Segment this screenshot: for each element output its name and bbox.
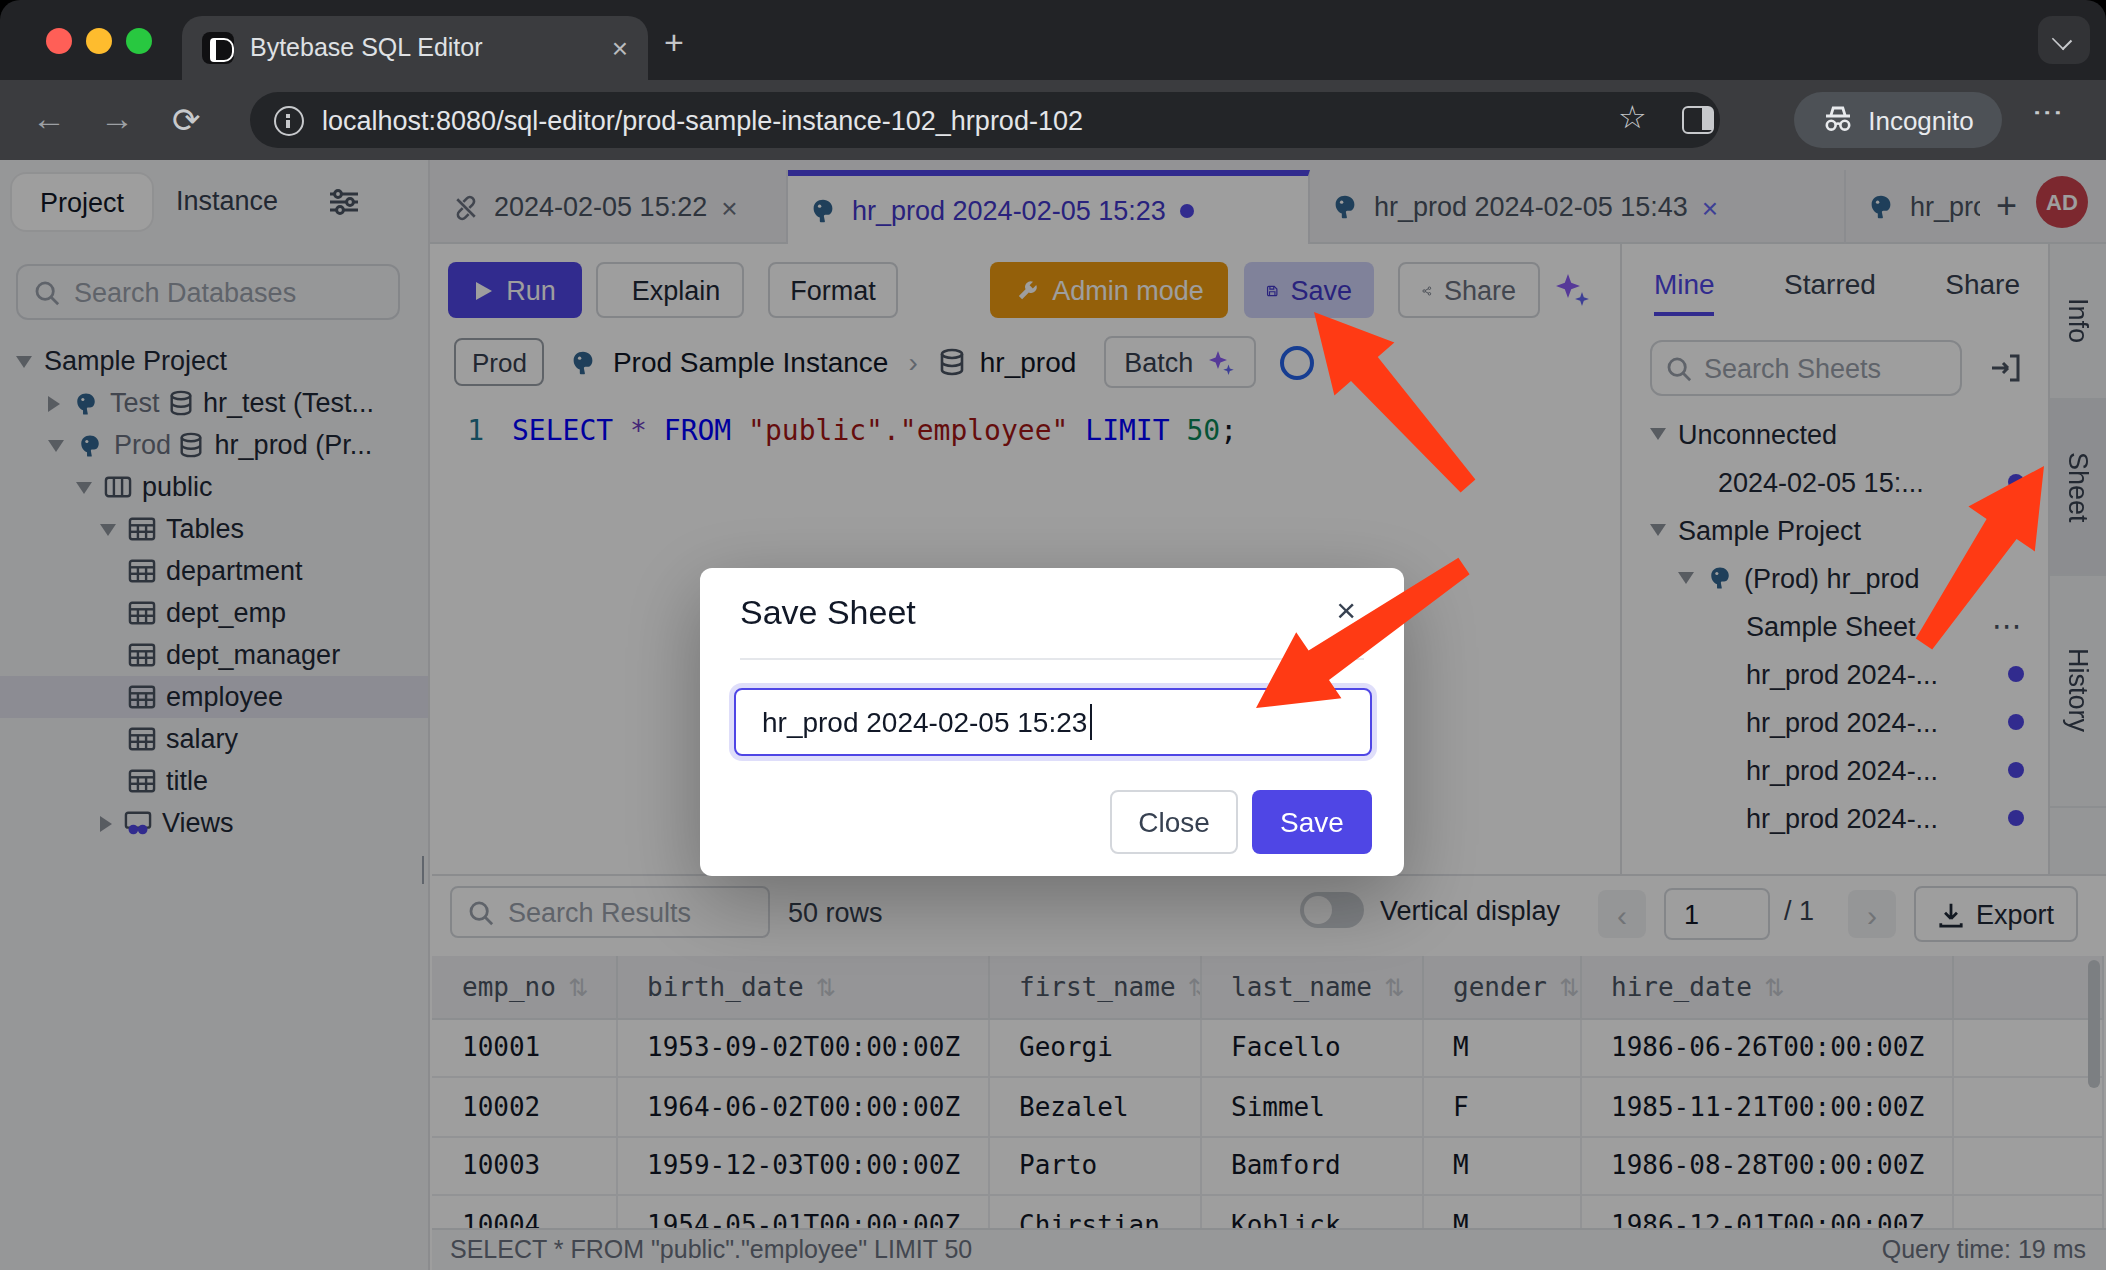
browser-tabstrip: Bytebase SQL Editor × + (0, 0, 2106, 80)
bytebase-app: Project Instance 2024-02-05 15:22 × hr_p… (0, 160, 2106, 1270)
tab-close-icon[interactable]: × (612, 32, 628, 64)
forward-button[interactable]: → (100, 80, 134, 160)
browser-chrome: Bytebase SQL Editor × + ← → ⟳ localhost:… (0, 0, 2106, 160)
window-minimize-button[interactable] (86, 27, 112, 53)
sheet-name-input[interactable]: hr_prod 2024-02-05 15:23 (734, 688, 1372, 756)
bookmark-icon[interactable]: ☆ (1618, 102, 1650, 134)
browser-menu-icon[interactable]: ⋮ (2038, 98, 2058, 128)
dialog-save-button[interactable]: Save (1252, 790, 1372, 854)
dialog-title: Save Sheet (740, 594, 916, 634)
dialog-close-button[interactable]: Close (1110, 790, 1238, 854)
site-info-icon[interactable] (274, 105, 304, 135)
bytebase-favicon (202, 32, 234, 64)
reload-button[interactable]: ⟳ (172, 80, 201, 160)
dialog-divider (740, 658, 1364, 660)
dialog-close-icon[interactable]: × (1336, 592, 1356, 632)
address-bar[interactable]: localhost:8080/sql-editor/prod-sample-in… (250, 92, 1720, 148)
url-text: localhost:8080/sql-editor/prod-sample-in… (322, 105, 1083, 135)
save-sheet-dialog: Save Sheet × hr_prod 2024-02-05 15:23 Cl… (700, 568, 1404, 876)
browser-tab[interactable]: Bytebase SQL Editor × (182, 16, 648, 80)
browser-navbar: ← → ⟳ localhost:8080/sql-editor/prod-sam… (0, 80, 2106, 160)
text-cursor (1089, 704, 1092, 740)
side-panel-icon[interactable] (1682, 106, 1714, 134)
browser-tab-title: Bytebase SQL Editor (250, 34, 600, 62)
incognito-icon (1822, 106, 1854, 134)
tab-search-button[interactable] (2038, 16, 2090, 64)
back-button[interactable]: ← (32, 80, 66, 160)
window-close-button[interactable] (46, 27, 72, 53)
window-zoom-button[interactable] (126, 27, 152, 53)
incognito-badge: Incognito (1794, 92, 2002, 148)
new-tab-button[interactable]: + (664, 24, 684, 64)
